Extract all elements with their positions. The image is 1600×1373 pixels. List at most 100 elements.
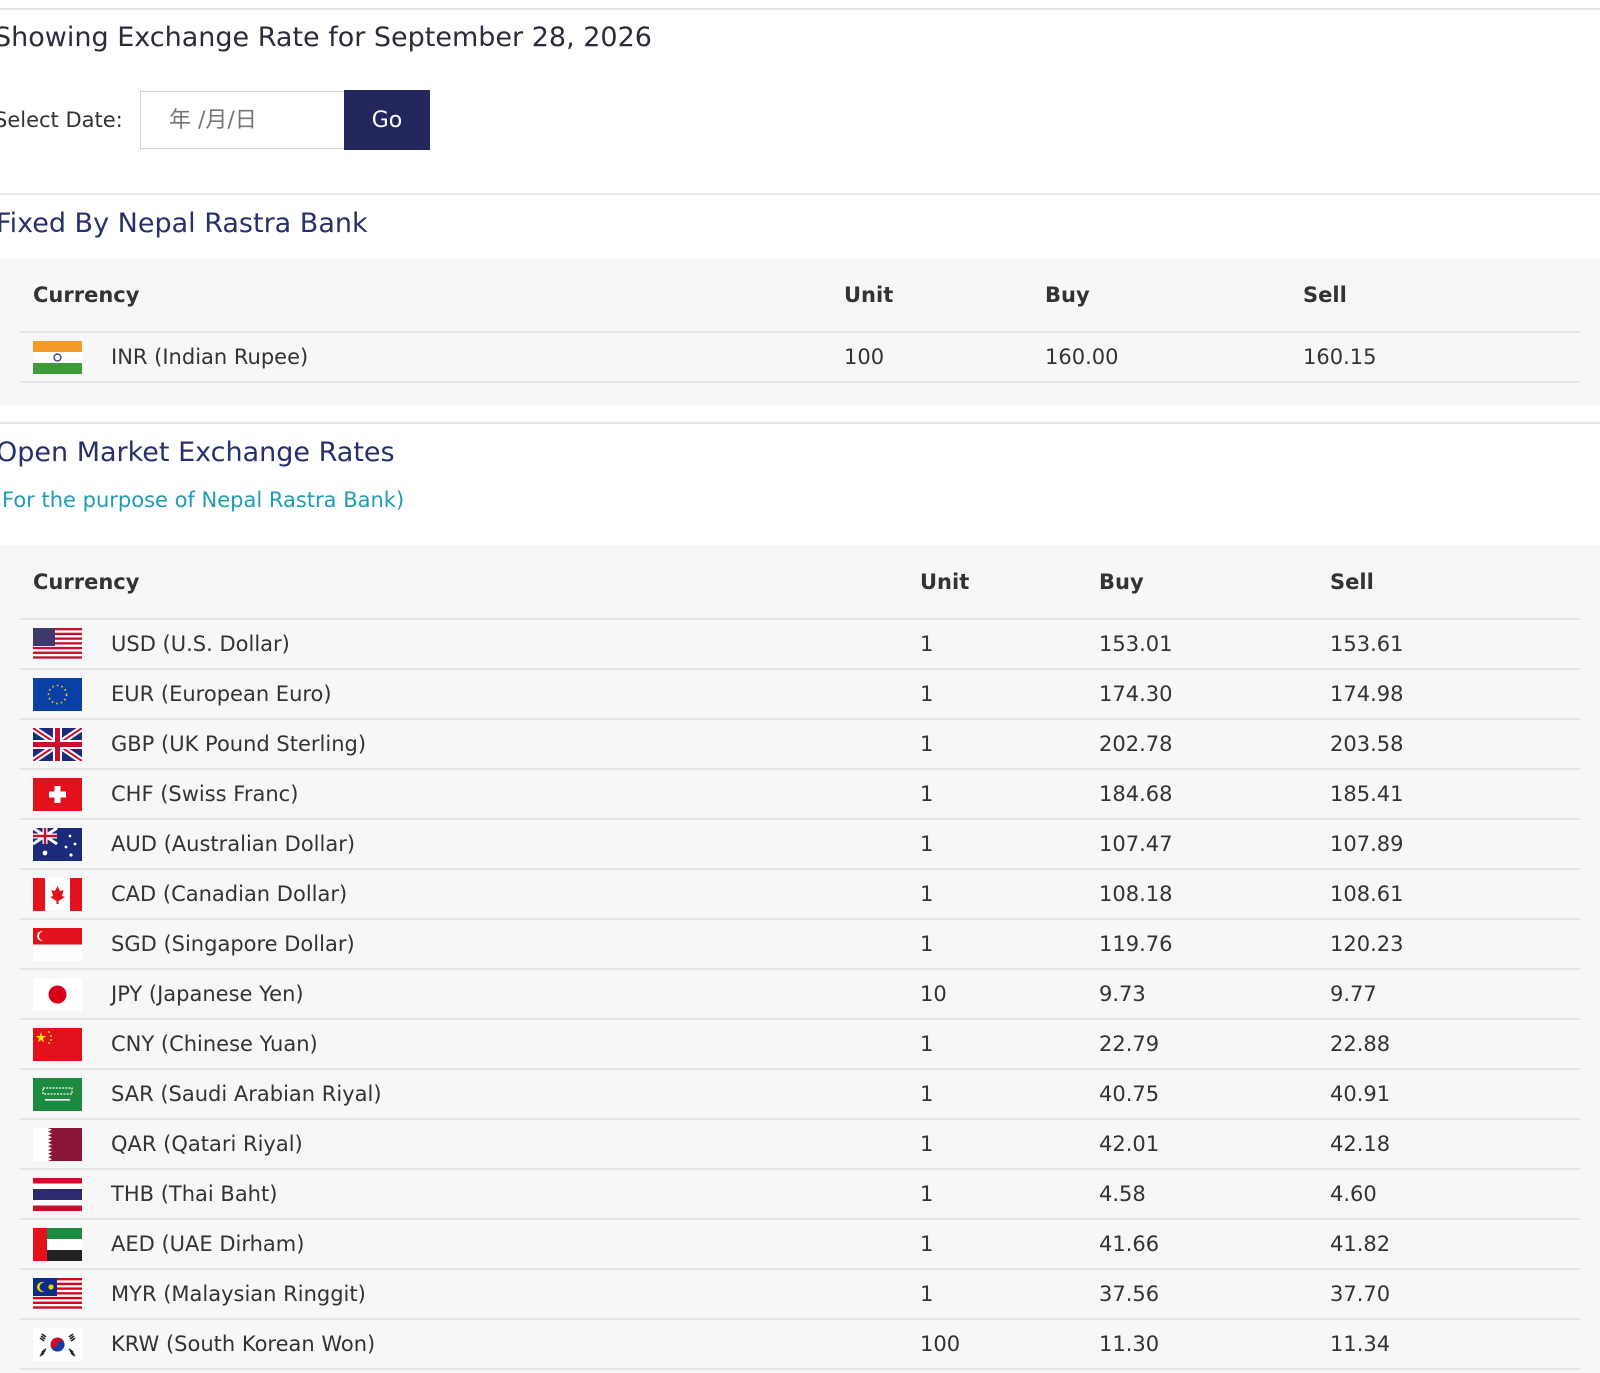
go-button[interactable]: Go: [344, 90, 430, 150]
currency-wrapper: GBP (UK Pound Sterling): [33, 727, 907, 761]
currency-name: KRW (South Korean Won): [111, 1332, 376, 1356]
canada-flag-icon: [33, 877, 82, 911]
unit-cell: 1: [907, 919, 1086, 970]
buy-cell: 107.47: [1086, 819, 1317, 870]
open-market-table: Currency Unit Buy Sell USD (U.S. Dollar)…: [20, 545, 1580, 1370]
table-row: CHF (Swiss Franc) 1 184.68 185.41: [20, 769, 1580, 820]
open-market-subtitle: For the purpose of Nepal Rastra Bank): [2, 488, 405, 512]
buy-cell: 4.58: [1086, 1169, 1317, 1220]
unit-cell: 1: [907, 669, 1086, 720]
currency-name: THB (Thai Baht): [111, 1182, 278, 1206]
buy-cell: 11.30: [1086, 1319, 1317, 1370]
buy-cell: 160.00: [1032, 332, 1290, 383]
unit-cell: 1: [907, 619, 1086, 670]
table-row: AUD (Australian Dollar) 1 107.47 107.89: [20, 819, 1580, 870]
buy-cell: 40.75: [1086, 1069, 1317, 1120]
swiss-flag-icon: [33, 777, 82, 811]
table-row: GBP (UK Pound Sterling) 1 202.78 203.58: [20, 719, 1580, 770]
unit-cell: 10: [907, 969, 1086, 1020]
sell-cell: 203.58: [1317, 719, 1580, 770]
table-row: CAD (Canadian Dollar) 1 108.18 108.61: [20, 869, 1580, 920]
table-row: JPY (Japanese Yen) 10 9.73 9.77: [20, 969, 1580, 1020]
currency-wrapper: USD (U.S. Dollar): [33, 627, 907, 661]
currency-wrapper: SAR (Saudi Arabian Riyal): [33, 1077, 907, 1111]
sell-header: Sell: [1290, 258, 1580, 333]
currency-name: AED (UAE Dirham): [111, 1232, 305, 1256]
fixed-rates-title: Fixed By Nepal Rastra Bank: [0, 208, 368, 239]
currency-cell: SGD (Singapore Dollar): [20, 919, 907, 970]
uk-flag-icon: [33, 727, 82, 761]
currency-cell: MYR (Malaysian Ringgit): [20, 1269, 907, 1320]
currency-cell: CNY (Chinese Yuan): [20, 1019, 907, 1070]
sell-cell: 11.34: [1317, 1319, 1580, 1370]
currency-name: QAR (Qatari Riyal): [111, 1132, 303, 1156]
currency-cell: THB (Thai Baht): [20, 1169, 907, 1220]
japan-flag-icon: [33, 977, 82, 1011]
australia-flag-icon: [33, 827, 82, 861]
currency-wrapper: KRW (South Korean Won): [33, 1327, 907, 1361]
unit-cell: 1: [907, 1119, 1086, 1170]
unit-cell: 1: [907, 1219, 1086, 1270]
unit-cell: 100: [831, 332, 1032, 383]
buy-header: Buy: [1032, 258, 1290, 333]
currency-wrapper: CAD (Canadian Dollar): [33, 877, 907, 911]
unit-header: Unit: [831, 258, 1032, 333]
sell-cell: 9.77: [1317, 969, 1580, 1020]
currency-name: GBP (UK Pound Sterling): [111, 732, 367, 756]
malaysia-flag-icon: [33, 1277, 82, 1311]
buy-cell: 119.76: [1086, 919, 1317, 970]
currency-name: USD (U.S. Dollar): [111, 632, 290, 656]
currency-wrapper: JPY (Japanese Yen): [33, 977, 907, 1011]
buy-cell: 42.01: [1086, 1119, 1317, 1170]
unit-cell: 1: [907, 819, 1086, 870]
currency-cell: AUD (Australian Dollar): [20, 819, 907, 870]
saudi-flag-icon: [33, 1077, 82, 1111]
table-header-row: Currency Unit Buy Sell: [20, 258, 1580, 333]
table-row: USD (U.S. Dollar) 1 153.01 153.61: [20, 619, 1580, 670]
sell-cell: 107.89: [1317, 819, 1580, 870]
currency-cell: AED (UAE Dirham): [20, 1219, 907, 1270]
table-header-row: Currency Unit Buy Sell: [20, 545, 1580, 620]
table-row: INR (Indian Rupee) 100 160.00 160.15: [20, 332, 1580, 383]
unit-header: Unit: [907, 545, 1086, 620]
china-flag-icon: [33, 1027, 82, 1061]
currency-name: SAR (Saudi Arabian Riyal): [111, 1082, 382, 1106]
table-row: SAR (Saudi Arabian Riyal) 1 40.75 40.91: [20, 1069, 1580, 1120]
currency-cell: USD (U.S. Dollar): [20, 619, 907, 670]
sell-cell: 174.98: [1317, 669, 1580, 720]
top-divider: [0, 8, 1600, 10]
buy-cell: 37.56: [1086, 1269, 1317, 1320]
currency-name: CNY (Chinese Yuan): [111, 1032, 318, 1056]
open-market-title: Open Market Exchange Rates: [0, 437, 395, 468]
unit-cell: 1: [907, 1069, 1086, 1120]
sell-cell: 37.70: [1317, 1269, 1580, 1320]
buy-cell: 153.01: [1086, 619, 1317, 670]
currency-wrapper: SGD (Singapore Dollar): [33, 927, 907, 961]
sell-cell: 41.82: [1317, 1219, 1580, 1270]
currency-name: CAD (Canadian Dollar): [111, 882, 348, 906]
currency-wrapper: CHF (Swiss Franc): [33, 777, 907, 811]
currency-wrapper: QAR (Qatari Riyal): [33, 1127, 907, 1161]
unit-cell: 1: [907, 869, 1086, 920]
date-input[interactable]: [140, 91, 344, 149]
currency-cell: KRW (South Korean Won): [20, 1319, 907, 1370]
table-row: EUR (European Euro) 1 174.30 174.98: [20, 669, 1580, 720]
buy-cell: 184.68: [1086, 769, 1317, 820]
sell-cell: 153.61: [1317, 619, 1580, 670]
sell-cell: 40.91: [1317, 1069, 1580, 1120]
fixed-rates-panel: Currency Unit Buy Sell INR (Indian Rupee…: [0, 258, 1600, 405]
currency-cell: EUR (European Euro): [20, 669, 907, 720]
page-title: Showing Exchange Rate for September 28, …: [0, 22, 652, 53]
currency-cell: QAR (Qatari Riyal): [20, 1119, 907, 1170]
section-divider: [0, 422, 1600, 424]
sell-cell: 4.60: [1317, 1169, 1580, 1220]
currency-wrapper: INR (Indian Rupee): [33, 340, 831, 374]
sell-header: Sell: [1317, 545, 1580, 620]
unit-cell: 100: [907, 1319, 1086, 1370]
section-divider: [0, 193, 1600, 195]
currency-name: MYR (Malaysian Ringgit): [111, 1282, 366, 1306]
currency-cell: CAD (Canadian Dollar): [20, 869, 907, 920]
sell-cell: 185.41: [1317, 769, 1580, 820]
currency-name: SGD (Singapore Dollar): [111, 932, 355, 956]
buy-cell: 174.30: [1086, 669, 1317, 720]
